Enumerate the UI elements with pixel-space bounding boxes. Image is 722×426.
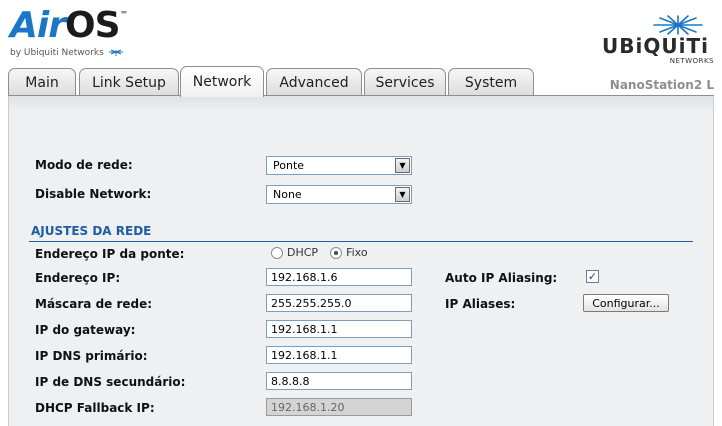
airos-byline: by Ubiquiti Networks: [10, 48, 125, 58]
gateway-input[interactable]: 192.168.1.1: [266, 320, 412, 338]
tab-system[interactable]: System: [448, 68, 534, 96]
auto-ip-aliasing-checkbox[interactable]: ✓: [586, 270, 599, 283]
section-divider: [29, 241, 693, 242]
gateway-label: IP do gateway:: [35, 323, 136, 337]
ip-address-input[interactable]: 192.168.1.6: [266, 268, 412, 286]
chevron-down-icon: ▼: [395, 158, 410, 173]
radio-dhcp-label: DHCP: [287, 246, 319, 259]
ip-address-label: Endereço IP:: [35, 271, 121, 285]
radio-fixo[interactable]: [330, 246, 343, 259]
network-mode-value: Ponte: [273, 159, 305, 172]
tab-network[interactable]: Network: [180, 66, 264, 97]
chevron-down-icon: ▼: [395, 187, 410, 202]
disable-network-select[interactable]: None ▼: [266, 185, 412, 204]
network-mode-select[interactable]: Ponte ▼: [266, 156, 412, 175]
dns-primary-label: IP DNS primário:: [35, 349, 148, 363]
dhcp-fallback-input: 192.168.1.20: [266, 398, 412, 416]
disable-network-value: None: [273, 188, 302, 201]
dns-secondary-input[interactable]: 8.8.8.8: [266, 372, 412, 390]
netmask-input[interactable]: 255.255.255.0: [266, 294, 412, 312]
auto-ip-aliasing-label: Auto IP Aliasing:: [445, 271, 558, 285]
ubiquiti-logo: UBiQUiTi NETWORKS: [600, 14, 718, 68]
configure-ip-aliases-button[interactable]: Configurar...: [583, 294, 669, 312]
device-name: NanoStation2 L: [609, 78, 714, 92]
dns-primary-input[interactable]: 192.168.1.1: [266, 346, 412, 364]
airos-logo: AirOS ™ by Ubiquiti Networks: [8, 4, 138, 62]
tab-main[interactable]: Main: [8, 68, 76, 96]
ubiquiti-antenna-icon: [653, 15, 703, 35]
tab-services[interactable]: Services: [364, 68, 446, 96]
ubiquiti-antenna-icon: [108, 49, 123, 56]
tab-link-setup[interactable]: Link Setup: [79, 68, 179, 96]
ubiquiti-networks-text: NETWORKS: [669, 57, 714, 65]
tab-advanced[interactable]: Advanced: [266, 68, 362, 96]
network-settings-panel: Modo de rede: Ponte ▼ Disable Network: N…: [8, 96, 714, 426]
disable-network-label: Disable Network:: [35, 187, 152, 201]
section-title: AJUSTES DA REDE: [31, 224, 152, 238]
radio-dhcp[interactable]: [271, 246, 283, 259]
trademark-mark: ™: [120, 10, 128, 19]
ubiquiti-wordmark: UBiQUiTi: [602, 34, 709, 58]
radio-fixo-label: Fixo: [346, 246, 368, 259]
airos-wordmark: AirOS: [10, 5, 120, 46]
bridge-ip-label: Endereço IP da ponte:: [35, 247, 185, 261]
bridge-ip-mode: DHCP Fixo: [271, 246, 368, 259]
netmask-label: Máscara de rede:: [35, 297, 153, 311]
dhcp-fallback-label: DHCP Fallback IP:: [35, 401, 155, 415]
ip-aliases-label: IP Aliases:: [445, 297, 516, 311]
dns-secondary-label: IP de DNS secundário:: [35, 375, 186, 389]
network-mode-label: Modo de rede:: [35, 158, 133, 172]
